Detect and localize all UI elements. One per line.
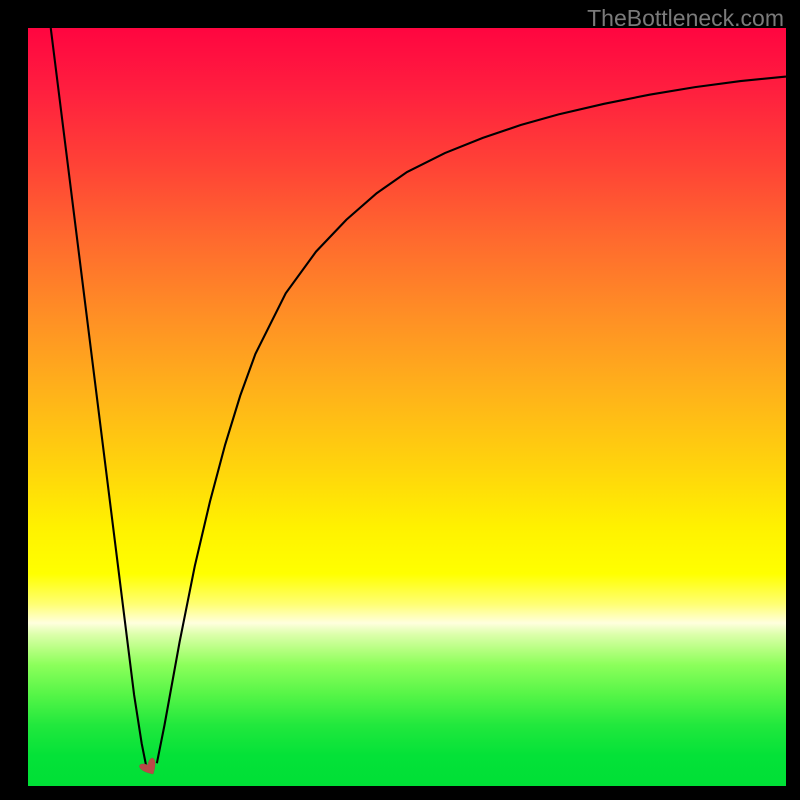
chart-container: TheBottleneck.com (0, 0, 800, 800)
plot-area (28, 28, 786, 786)
curve-left-branch (51, 28, 147, 766)
curve-layer (28, 28, 786, 786)
curve-right-branch (157, 77, 786, 764)
